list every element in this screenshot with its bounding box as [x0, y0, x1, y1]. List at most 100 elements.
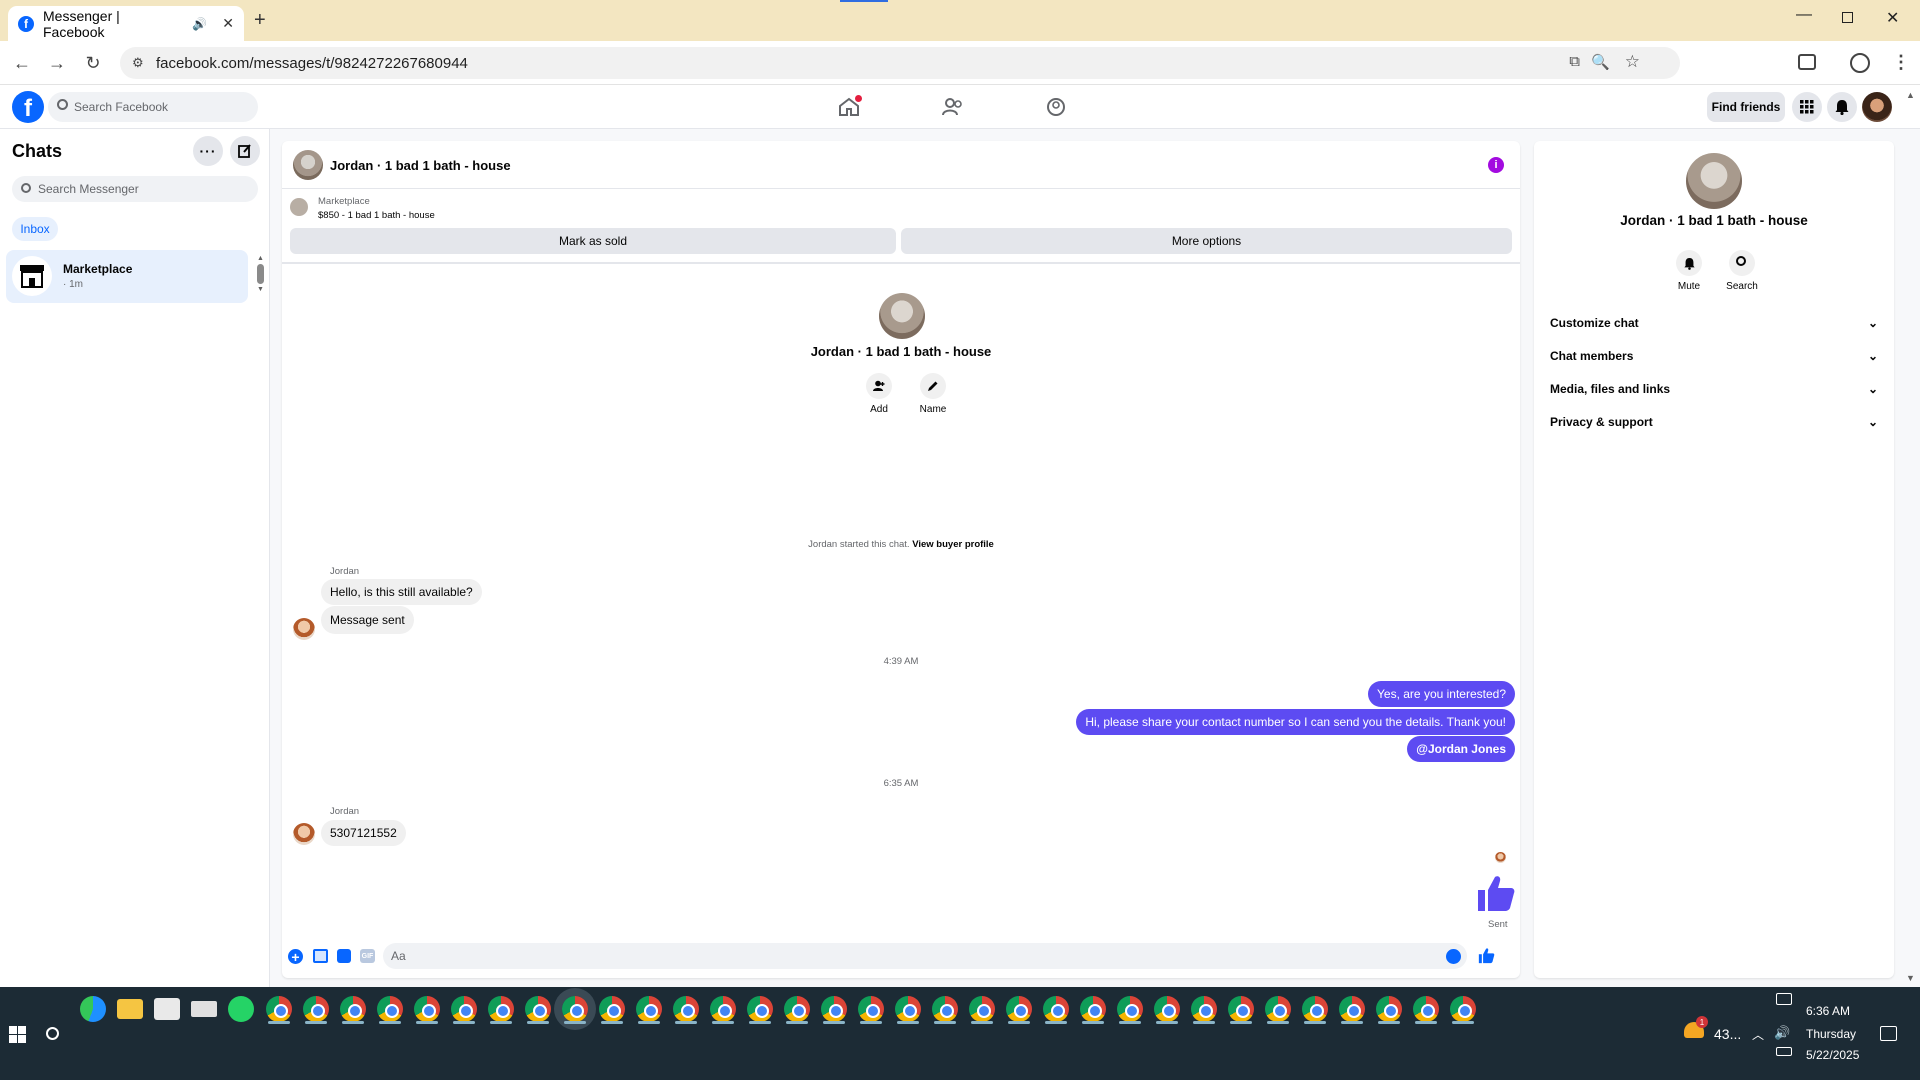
chrome-taskbar-icon[interactable] [488, 996, 514, 1022]
tab-search-icon[interactable] [1798, 54, 1816, 70]
account-avatar[interactable] [1862, 92, 1892, 122]
inbox-filter-button[interactable]: Inbox [12, 217, 58, 241]
clock-day[interactable]: Thursday [1806, 1027, 1856, 1041]
profile-avatar-large[interactable] [879, 293, 925, 339]
outgoing-message-bubble[interactable]: Yes, are you interested? [1368, 681, 1515, 707]
chrome-taskbar-icon[interactable] [747, 996, 773, 1022]
edge-icon[interactable] [80, 996, 106, 1022]
chrome-taskbar-icon[interactable] [562, 996, 588, 1022]
chrome-taskbar-icon[interactable] [784, 996, 810, 1022]
page-scroll-down-icon[interactable]: ▼ [1906, 973, 1915, 983]
zoom-icon[interactable]: 🔍 [1591, 53, 1610, 71]
chrome-taskbar-icon[interactable] [1006, 996, 1032, 1022]
scroll-up-icon[interactable]: ▲ [257, 255, 264, 262]
clock-date[interactable]: 5/22/2025 [1806, 1048, 1859, 1062]
outgoing-message-bubble[interactable]: @Jordan Jones [1407, 736, 1515, 762]
chrome-taskbar-icon[interactable] [858, 996, 884, 1022]
view-buyer-profile-link[interactable]: View buyer profile [912, 539, 994, 550]
menu-grid-icon[interactable] [1792, 92, 1822, 122]
chrome-taskbar-icon[interactable] [1376, 996, 1402, 1022]
info-avatar[interactable] [1686, 153, 1742, 209]
chat-options-icon[interactable]: ··· [193, 136, 223, 166]
back-icon[interactable]: ← [9, 50, 35, 76]
chrome-taskbar-icon[interactable] [1117, 996, 1143, 1022]
taskbar-search-icon[interactable] [46, 1027, 59, 1040]
volume-icon[interactable]: 🔊 [1774, 1025, 1790, 1041]
reload-icon[interactable]: ↻ [80, 50, 106, 76]
notification-center-icon[interactable] [1880, 1026, 1897, 1041]
send-like-icon[interactable] [1478, 947, 1495, 964]
url-field[interactable]: ⚙ facebook.com/messages/t/98242722676809… [120, 47, 1680, 79]
page-scroll-up-icon[interactable]: ▲ [1906, 90, 1915, 100]
chrome-taskbar-icon[interactable] [821, 996, 847, 1022]
battery-icon[interactable] [1776, 1047, 1792, 1056]
chrome-taskbar-icon[interactable] [266, 996, 292, 1022]
chrome-taskbar-icon[interactable] [1228, 996, 1254, 1022]
message-bubble[interactable]: 5307121552 [321, 820, 406, 846]
listing-price-title[interactable]: $850 - 1 bad 1 bath - house [318, 210, 435, 221]
browser-tab[interactable]: f Messenger | Facebook 🔊 ✕ [8, 6, 244, 41]
chrome-taskbar-icon[interactable] [1043, 996, 1069, 1022]
outgoing-message-bubble[interactable]: Hi, please share your contact number so … [1076, 709, 1515, 735]
privacy-support-section[interactable]: Privacy & support ⌄ [1544, 410, 1884, 434]
chrome-taskbar-icon[interactable] [599, 996, 625, 1022]
close-window-icon[interactable]: ✕ [1886, 8, 1899, 28]
profile-icon[interactable] [1850, 53, 1870, 73]
weather-temp[interactable]: 43... [1714, 1026, 1741, 1042]
listing-thumbnail[interactable] [290, 198, 308, 216]
minimize-icon[interactable]: — [1796, 6, 1812, 24]
chrome-taskbar-icon[interactable] [969, 996, 995, 1022]
scroll-down-icon[interactable]: ▼ [257, 286, 264, 293]
media-files-links-section[interactable]: Media, files and links ⌄ [1544, 377, 1884, 401]
more-actions-plus-icon[interactable]: + [288, 949, 303, 964]
chat-list-item[interactable]: Marketplace · 1m [6, 250, 248, 303]
chrome-taskbar-icon[interactable] [932, 996, 958, 1022]
mute-button[interactable]: Mute [1672, 250, 1706, 292]
sidebar-scrollbar[interactable]: ▲ ▼ [257, 255, 264, 295]
mark-as-sold-button[interactable]: Mark as sold [290, 228, 896, 254]
chrome-taskbar-icon[interactable] [377, 996, 403, 1022]
find-friends-button[interactable]: Find friends [1707, 92, 1785, 122]
conversation-info-icon[interactable]: i [1488, 157, 1504, 173]
sent-like-icon[interactable] [1476, 874, 1516, 912]
forward-icon[interactable]: → [44, 50, 70, 76]
edit-name-button[interactable]: Name [913, 373, 953, 415]
chrome-taskbar-icon[interactable] [451, 996, 477, 1022]
new-message-icon[interactable] [230, 136, 260, 166]
site-info-icon[interactable]: ⚙ [132, 55, 144, 71]
chrome-taskbar-icon[interactable] [414, 996, 440, 1022]
facebook-search-input[interactable]: Search Facebook [48, 92, 258, 122]
chrome-taskbar-icon[interactable] [340, 996, 366, 1022]
attach-photo-icon[interactable] [313, 949, 328, 963]
chrome-taskbar-icon[interactable] [1302, 996, 1328, 1022]
file-explorer-icon[interactable] [117, 999, 143, 1019]
scroll-thumb[interactable] [257, 264, 264, 284]
chrome-taskbar-icon[interactable] [673, 996, 699, 1022]
chrome-taskbar-icon[interactable] [1080, 996, 1106, 1022]
chrome-taskbar-icon[interactable] [1265, 996, 1291, 1022]
mail-icon[interactable] [191, 1001, 217, 1017]
store-icon[interactable] [154, 998, 180, 1020]
gif-icon[interactable]: GIF [360, 949, 375, 963]
speaker-icon[interactable]: 🔊 [192, 17, 207, 31]
sender-avatar[interactable] [293, 618, 315, 640]
more-options-button[interactable]: More options [901, 228, 1512, 254]
chat-members-section[interactable]: Chat members ⌄ [1544, 344, 1884, 368]
chrome-taskbar-icon[interactable] [1450, 996, 1476, 1022]
whatsapp-icon[interactable] [228, 996, 254, 1022]
new-tab-icon[interactable]: + [254, 9, 266, 32]
sender-avatar[interactable] [293, 823, 315, 845]
clock-time[interactable]: 6:36 AM [1806, 1004, 1850, 1018]
conversation-avatar[interactable] [293, 150, 323, 180]
bookmark-star-icon[interactable]: ☆ [1625, 52, 1640, 72]
show-hidden-icons-icon[interactable]: ︿ [1752, 1026, 1764, 1043]
add-member-button[interactable]: Add [859, 373, 899, 415]
friends-icon[interactable] [942, 97, 964, 117]
home-icon[interactable] [838, 95, 862, 117]
browser-menu-icon[interactable]: ⋮ [1892, 52, 1910, 73]
restore-icon[interactable] [1842, 12, 1853, 23]
notifications-bell-icon[interactable] [1827, 92, 1857, 122]
install-app-icon[interactable]: ⧉ [1569, 53, 1580, 70]
messenger-search-input[interactable]: Search Messenger [12, 176, 258, 202]
emoji-icon[interactable] [1446, 949, 1461, 964]
